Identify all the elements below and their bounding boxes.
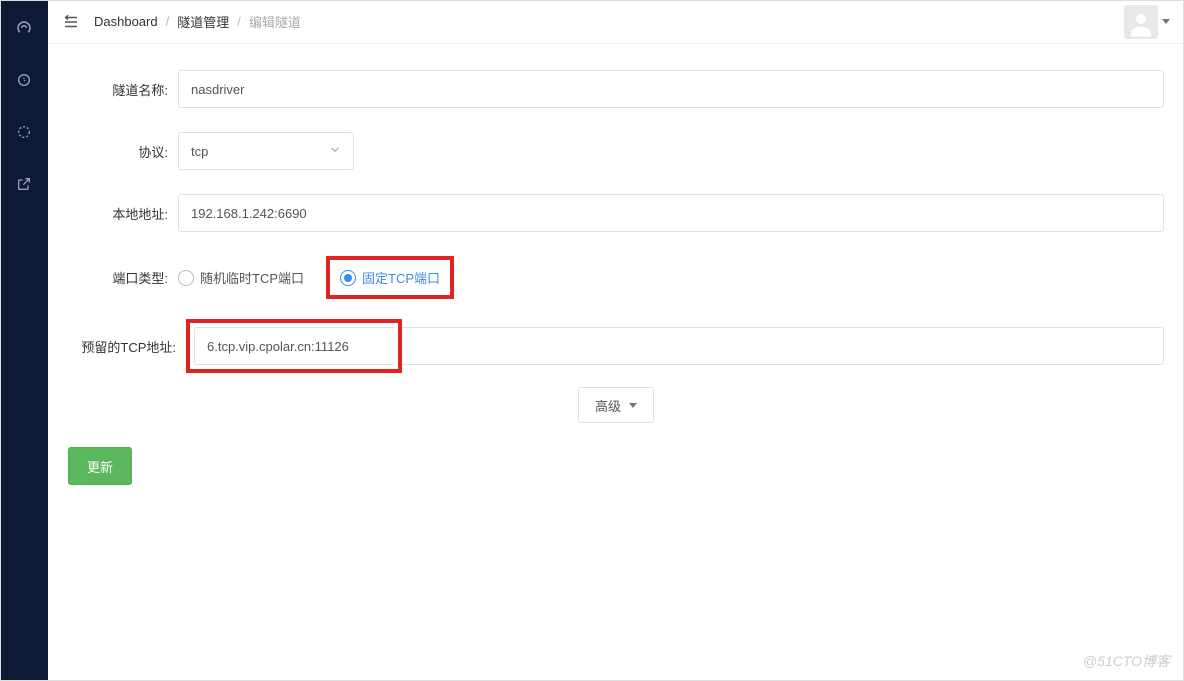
chevron-down-icon [328,143,342,160]
update-button[interactable]: 更新 [68,447,132,485]
breadcrumb: Dashboard / 隧道管理 / 编辑隧道 [94,12,301,31]
port-type-label: 端口类型: [68,268,178,287]
chevron-down-icon [629,403,637,408]
form: 隧道名称: 协议: tcp 本地地址: [48,44,1184,511]
breadcrumb-mid[interactable]: 隧道管理 [177,12,229,31]
topbar: Dashboard / 隧道管理 / 编辑隧道 [48,0,1184,44]
menu-toggle-icon[interactable] [62,13,80,31]
local-address-label: 本地地址: [68,204,178,223]
advanced-label: 高级 [595,396,621,415]
local-address-input[interactable] [178,194,1164,232]
sidebar [0,0,48,681]
reserved-tcp-label: 预留的TCP地址: [68,337,186,356]
main-panel: Dashboard / 隧道管理 / 编辑隧道 隧道名称: 协议: [48,0,1184,681]
chevron-down-icon [1162,19,1170,24]
external-link-icon[interactable] [14,174,34,194]
protocol-label: 协议: [68,142,178,161]
highlight-fixed-port: 固定TCP端口 [326,256,454,299]
advanced-button[interactable]: 高级 [578,387,654,423]
tunnel-name-label: 隧道名称: [68,80,178,99]
avatar-icon [1124,5,1158,39]
breadcrumb-sep: / [237,14,241,29]
port-type-random-label: 随机临时TCP端口 [200,268,304,287]
port-type-radio-group: 随机临时TCP端口 固定TCP端口 [178,256,1164,299]
status-icon[interactable] [14,70,34,90]
reserved-tcp-input-right[interactable] [398,327,1164,365]
port-type-fixed-label: 固定TCP端口 [362,268,440,287]
breadcrumb-current: 编辑隧道 [249,12,301,31]
breadcrumb-sep: / [166,14,170,29]
reserved-tcp-input-left[interactable] [194,327,394,365]
port-type-fixed[interactable]: 固定TCP端口 [340,268,440,287]
tunnel-icon[interactable] [14,122,34,142]
port-type-random[interactable]: 随机临时TCP端口 [178,268,304,287]
watermark: @51CTO博客 [1083,651,1170,671]
user-menu[interactable] [1124,5,1170,39]
tunnel-name-input[interactable] [178,70,1164,108]
breadcrumb-root[interactable]: Dashboard [94,14,158,29]
protocol-value: tcp [191,144,208,159]
protocol-select[interactable]: tcp [178,132,354,170]
highlight-reserved-address [186,319,402,373]
dashboard-icon[interactable] [14,18,34,38]
